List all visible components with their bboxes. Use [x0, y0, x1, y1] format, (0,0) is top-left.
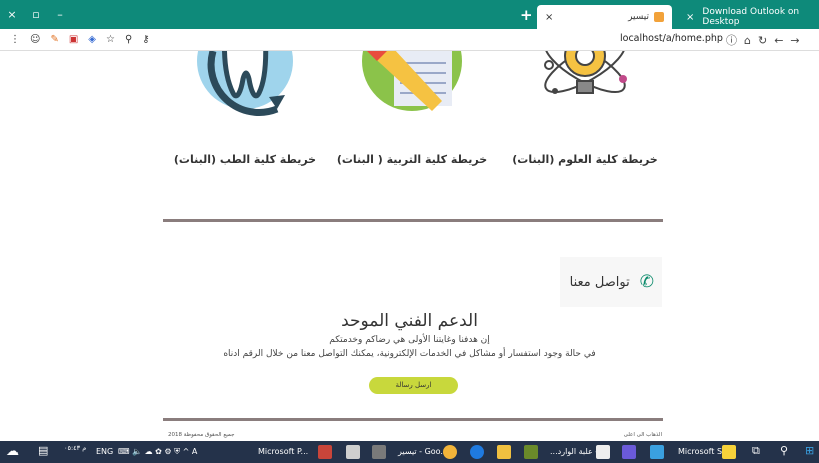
tab-favicon-icon [654, 12, 664, 22]
window-minimize-button[interactable]: – [48, 8, 72, 21]
app-icon[interactable] [524, 445, 538, 459]
tab-outlook[interactable]: × Download Outlook on Desktop [678, 5, 819, 29]
clock-text[interactable]: م ٠٥:٤٣ [64, 444, 86, 452]
chrome-icon[interactable] [443, 445, 457, 459]
science-gear-icon [544, 51, 627, 94]
taskbar: ☁ ▤ م ٠٥:٤٣ ENG ⌨ 🔈 ☁ ✿ ⚙ ⛨ ^ A Microsof… [0, 441, 819, 463]
profile-icon[interactable]: ☺ [30, 34, 40, 45]
screen: × ▫ – + × تيسير × Download Outlook on De… [0, 0, 819, 463]
support-title: الدعم الفني الموحد [341, 311, 478, 331]
menu-icon[interactable]: ⋮ [10, 34, 20, 45]
card-title[interactable]: خريطة كلية الطب (البنات) [160, 153, 330, 166]
mail-icon[interactable] [596, 445, 610, 459]
store-icon[interactable] [722, 445, 736, 459]
calendar-icon[interactable] [346, 445, 360, 459]
search-icon[interactable]: ⚲ [125, 34, 132, 45]
copyright-text: جميع الحقوق محفوظة 2018 [168, 432, 235, 438]
explorer-icon[interactable] [497, 445, 511, 459]
contact-heading: تواصل معنا ✆ [560, 257, 662, 307]
card-title[interactable]: خريطة كلية التربية ( البنات) [327, 153, 497, 166]
pencil-book-icon [362, 51, 462, 111]
support-description: في حالة وجود استفسار أو مشاكل في الخدمات… [223, 349, 596, 359]
notification-icon[interactable]: ▤ [38, 444, 48, 457]
tab-label: تيسير [628, 12, 649, 22]
pocket-icon[interactable]: ▣ [69, 34, 78, 45]
url-text[interactable]: localhost/a/home.php [620, 33, 723, 44]
edge-icon[interactable] [470, 445, 484, 459]
extension-icon[interactable]: ✎ [50, 34, 58, 45]
language-indicator[interactable]: ENG [96, 447, 113, 456]
new-tab-button[interactable]: + [520, 6, 533, 24]
taskbar-item-chrome[interactable]: تيسير - Goo... [398, 447, 448, 456]
search-icon[interactable]: ⚲ [780, 444, 788, 457]
tab-close-icon[interactable]: × [545, 12, 553, 23]
back-to-top-link[interactable]: الذهاب الى اعلى [617, 432, 662, 438]
footer-divider [163, 418, 663, 421]
cloud-icon[interactable]: ☁ [6, 444, 19, 459]
key-icon[interactable]: ⚷ [142, 34, 149, 45]
phone-icon: ✆ [639, 272, 654, 292]
section-divider [163, 219, 663, 222]
system-tray-icons[interactable]: ⌨ 🔈 ☁ ✿ ⚙ ⛨ ^ A [118, 447, 197, 457]
contact-title: تواصل معنا [569, 274, 630, 290]
page-content: خريطة كلية الطب (البنات) خريطة كلية التر… [0, 51, 819, 441]
task-view-icon[interactable]: ⧉ [752, 444, 760, 458]
shield-icon[interactable]: ◈ [88, 34, 96, 45]
tab-label: Download Outlook on Desktop [702, 7, 800, 27]
media-icon[interactable] [650, 445, 664, 459]
window-close-button[interactable]: × [0, 8, 24, 21]
powerpoint-icon[interactable] [318, 445, 332, 459]
tab-close-icon[interactable]: × [686, 12, 694, 23]
taskbar-item-mail[interactable]: ...علبة الوارد - [550, 447, 598, 456]
visual-studio-icon[interactable] [622, 445, 636, 459]
tooth-icon [197, 51, 293, 116]
notes-icon[interactable] [372, 445, 386, 459]
bookmark-star-icon[interactable]: ☆ [106, 34, 115, 45]
support-subtitle: إن هدفنا وغايتنا الأولى هي رضاكم وخدمتكم [329, 335, 490, 345]
taskbar-item-powerpoint[interactable]: Microsoft P... [258, 447, 308, 456]
browser-titlebar: × ▫ – + × تيسير × Download Outlook on De… [0, 0, 819, 29]
card-title[interactable]: خريطة كلية العلوم (البنات) [500, 153, 670, 166]
address-bar: ⋮ ☺ ✎ ▣ ◈ ☆ ⚲ ⚷ localhost/a/home.php ⓘ⌂↻… [0, 29, 819, 51]
tab-tayseer[interactable]: × تيسير [537, 5, 672, 29]
start-icon[interactable]: ⊞ [805, 444, 814, 457]
window-restore-button[interactable]: ▫ [24, 8, 48, 21]
nav-controls[interactable]: ⓘ⌂↻←→ [726, 32, 807, 48]
send-message-button[interactable]: ارسل رسالة [369, 377, 458, 394]
